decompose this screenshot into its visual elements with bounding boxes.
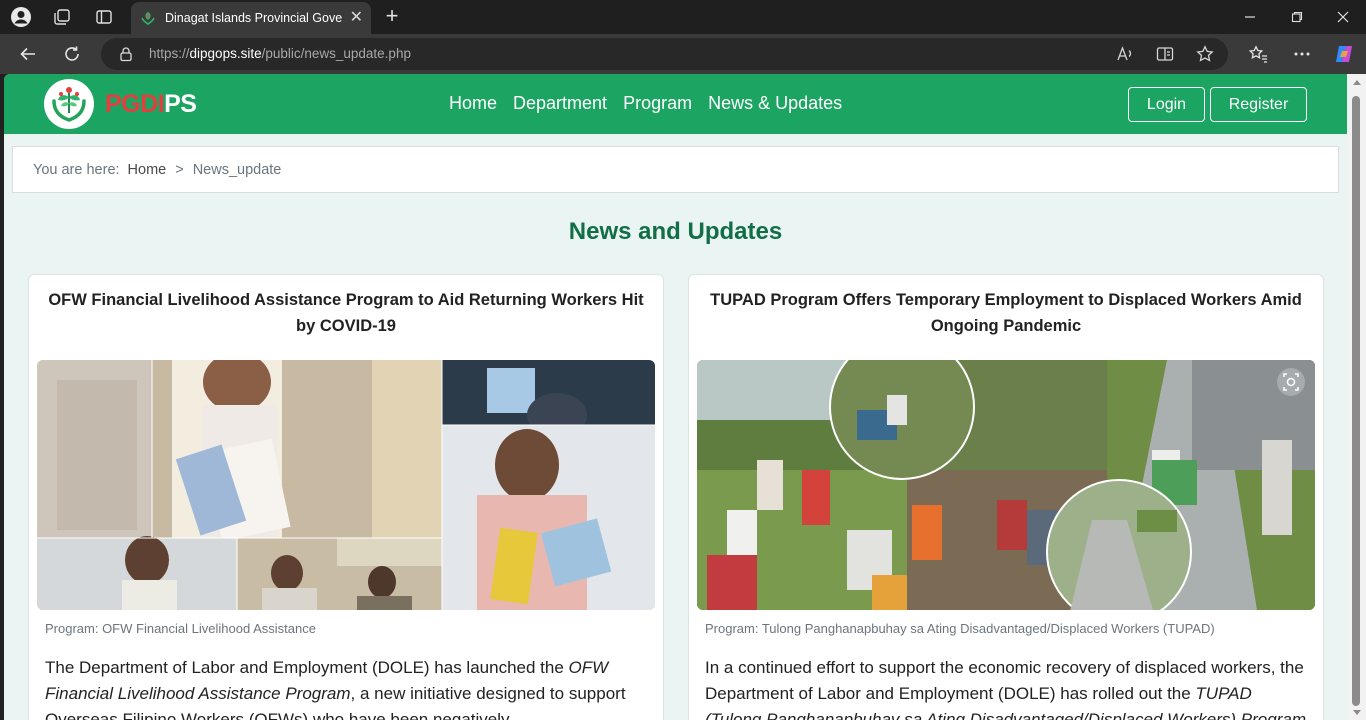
news-card-title[interactable]: TUPAD Program Offers Temporary Employmen… (699, 287, 1313, 339)
site-brand[interactable]: PGDIPS (105, 90, 197, 118)
nav-program[interactable]: Program (623, 91, 692, 115)
breadcrumb: You are here: Home > News_update (12, 146, 1339, 193)
nav-home[interactable]: Home (449, 91, 497, 115)
new-tab-icon[interactable]: + (380, 5, 404, 27)
news-card-body: The Department of Labor and Employment (… (45, 658, 626, 720)
scroll-down-arrow-icon[interactable] (1353, 710, 1361, 715)
main-nav: Home Department Program News & Updates (449, 91, 842, 115)
news-card-image-ofw[interactable] (37, 360, 655, 610)
news-card-ofw: OFW Financial Livelihood Assistance Prog… (28, 274, 664, 720)
restore-icon[interactable] (1285, 6, 1309, 28)
address-bar[interactable]: https://dipgops.site/public/news_update.… (101, 38, 1228, 70)
news-card-program: Program: OFW Financial Livelihood Assist… (45, 621, 316, 636)
workspaces-icon[interactable] (51, 6, 73, 28)
page-title: News and Updates (568, 218, 783, 245)
page-scrollbar[interactable] (1347, 74, 1366, 720)
breadcrumb-home-link[interactable]: Home (128, 162, 167, 178)
news-card-body: In a continued effort to support the eco… (705, 658, 1306, 720)
scrollbar-thumb[interactable] (1352, 96, 1360, 706)
page-viewport: PGDIPS Home Department Program News & Up… (4, 74, 1347, 720)
nav-department[interactable]: Department (513, 91, 607, 115)
favorites-icon[interactable] (1246, 43, 1270, 65)
news-card-tupad: TUPAD Program Offers Temporary Employmen… (688, 274, 1324, 720)
favorite-star-icon[interactable] (1195, 44, 1215, 64)
breadcrumb-separator: > (175, 161, 184, 178)
nav-news-updates[interactable]: News & Updates (708, 91, 842, 115)
immersive-reader-icon[interactable] (1155, 44, 1175, 64)
browser-tab-bar: Dinagat Islands Provincial Government ✕ … (0, 0, 1366, 34)
lock-icon[interactable] (118, 46, 134, 62)
more-options-icon[interactable] (1290, 43, 1314, 65)
profile-icon[interactable] (10, 6, 32, 28)
news-card-program: Program: Tulong Panghanapbuhay sa Ating … (705, 621, 1215, 636)
news-card-image-tupad[interactable] (697, 360, 1315, 610)
active-tab[interactable]: Dinagat Islands Provincial Government ✕ (131, 2, 371, 34)
refresh-icon[interactable] (60, 43, 84, 65)
register-button[interactable]: Register (1210, 87, 1307, 122)
url-text: https://dipgops.site/public/news_update.… (149, 46, 411, 61)
read-aloud-icon[interactable] (1115, 44, 1135, 64)
breadcrumb-prefix: You are here: (33, 161, 120, 178)
site-logo[interactable] (44, 79, 94, 129)
tab-title: Dinagat Islands Provincial Government (165, 11, 342, 25)
browser-toolbar: https://dipgops.site/public/news_update.… (0, 34, 1366, 74)
close-window-icon[interactable] (1331, 6, 1355, 28)
logo-hands-icon (52, 87, 86, 122)
site-header: PGDIPS Home Department Program News & Up… (4, 74, 1347, 134)
minimize-icon[interactable] (1238, 6, 1262, 28)
back-icon[interactable] (16, 43, 40, 65)
breadcrumb-current: News_update (192, 161, 282, 178)
login-button[interactable]: Login (1128, 87, 1205, 122)
site-favicon-icon (141, 11, 155, 25)
close-tab-icon[interactable]: ✕ (350, 10, 363, 26)
tab-actions-icon[interactable] (93, 6, 115, 28)
news-card-title[interactable]: OFW Financial Livelihood Assistance Prog… (39, 287, 653, 339)
scroll-up-arrow-icon[interactable] (1353, 80, 1361, 85)
copilot-icon[interactable] (1332, 43, 1356, 65)
